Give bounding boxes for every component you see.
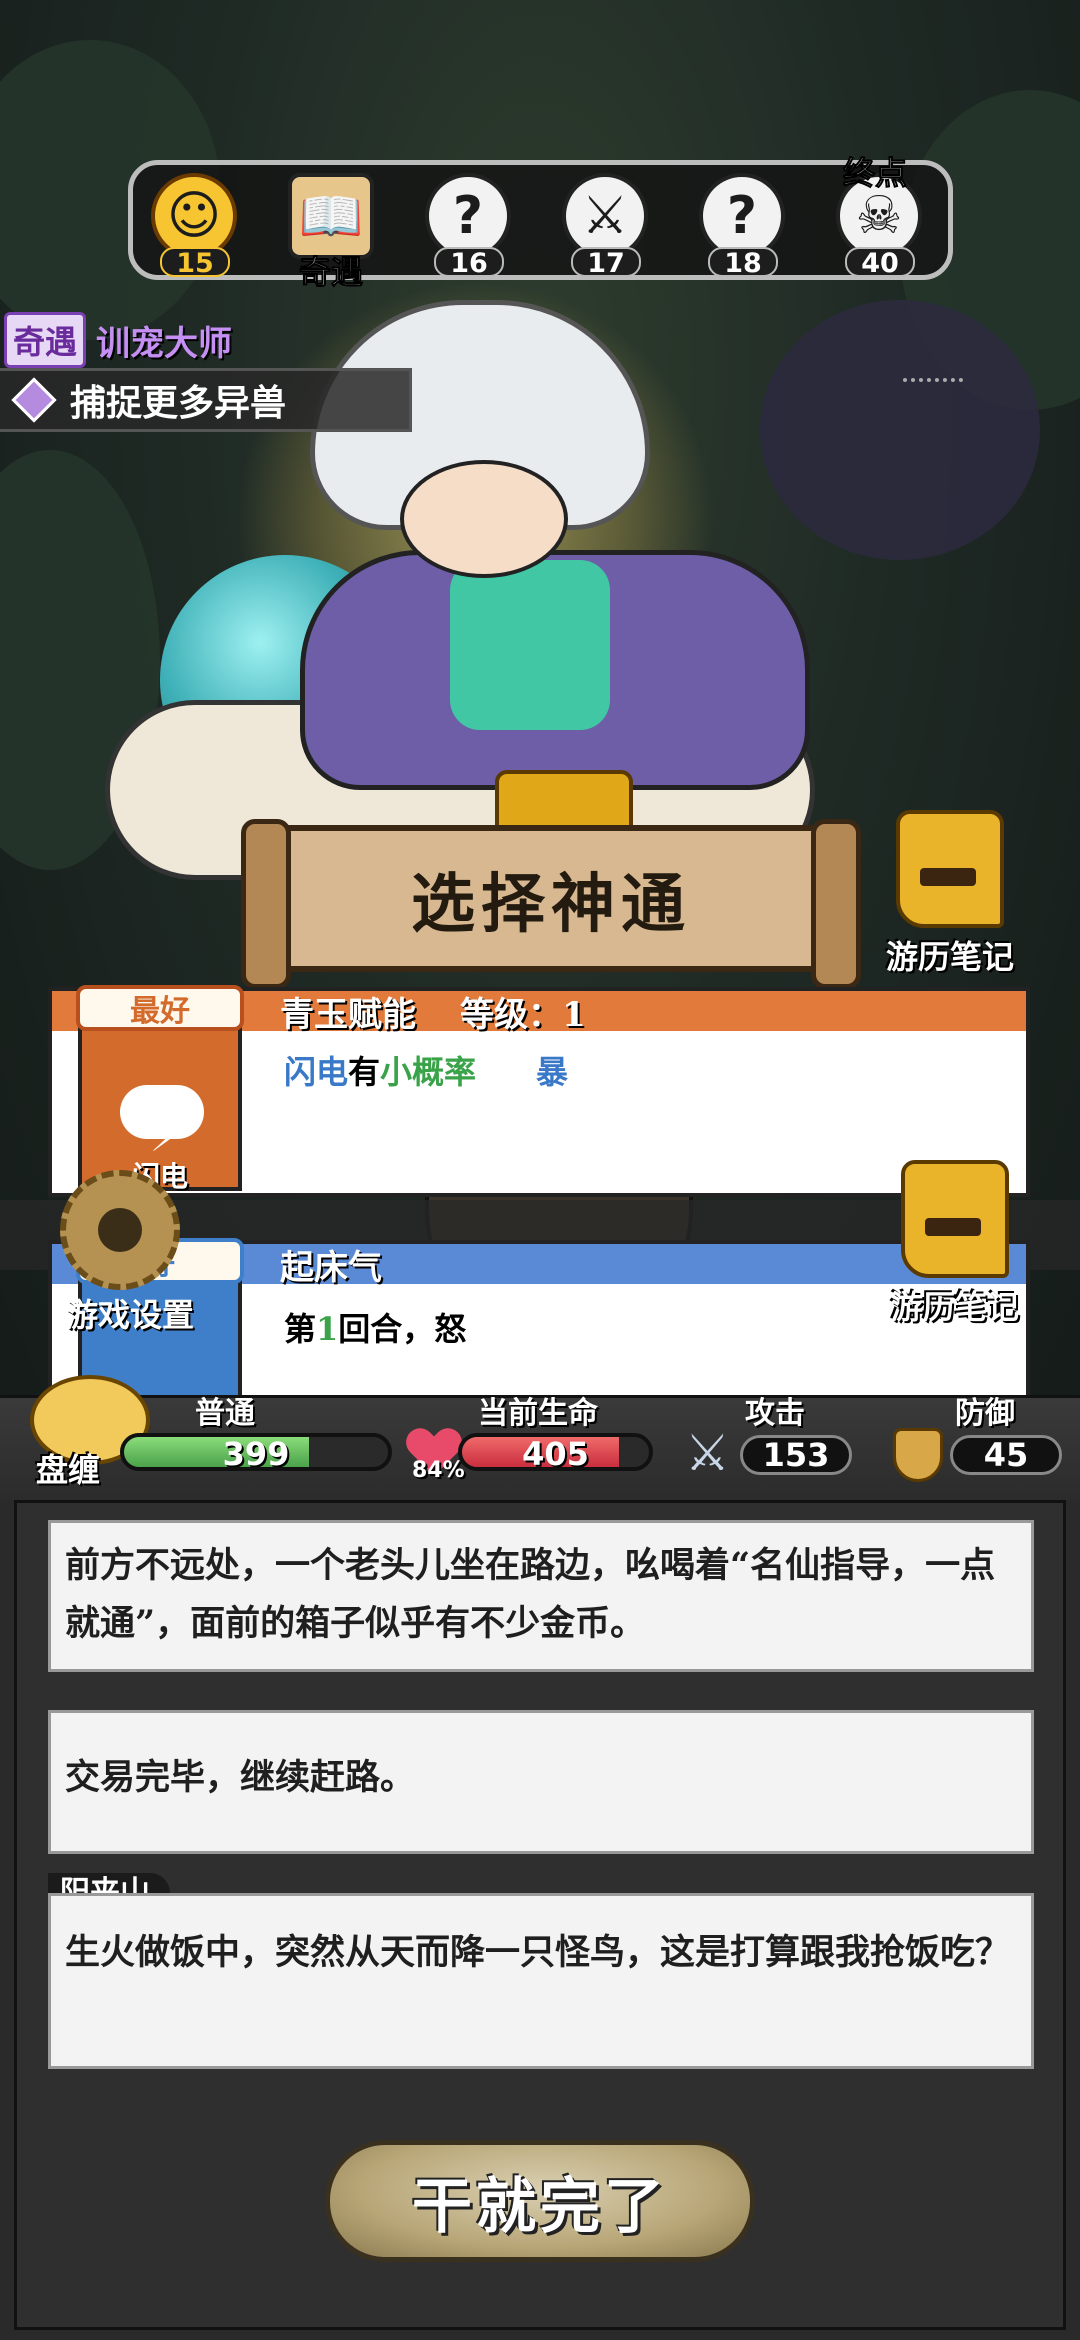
- route-node-number: 15: [160, 247, 230, 279]
- event-name: 训宠大师: [96, 323, 233, 364]
- log-entry: 生火做饭中，突然从天而降一只怪鸟，这是打算跟我抢饭吃？: [48, 1893, 1034, 2069]
- route-node-unknown[interactable]: ? 16: [420, 173, 516, 279]
- notebook-icon: [896, 810, 1004, 928]
- notebook-icon: [901, 1160, 1009, 1278]
- route-node-encounter[interactable]: 📖 奇遇: [283, 173, 379, 292]
- route-node-number: 40: [845, 247, 915, 279]
- route-node-label: 奇遇: [298, 253, 363, 292]
- hp-label: 当前生命: [478, 1396, 598, 1431]
- lightning-cloud-icon: 闪电: [78, 1021, 242, 1193]
- power-description: 第1回合，怒: [284, 1310, 467, 1348]
- attack-label: 攻击: [745, 1396, 805, 1431]
- route-end-label: 终点: [842, 154, 908, 193]
- diamond-icon: [11, 377, 57, 423]
- game-settings-label: 游戏设置: [65, 1296, 194, 1334]
- hp-percent: 84%: [412, 1458, 465, 1483]
- power-name: 起床气: [280, 1247, 382, 1288]
- quest-text: 捕捉更多异兽: [70, 382, 287, 424]
- gold-value: 399: [222, 1435, 290, 1471]
- event-tag-row: 奇遇 训宠大师: [4, 312, 232, 368]
- route-dotted-line: [903, 378, 963, 382]
- gold-bar: 399: [120, 1433, 392, 1471]
- gear-icon: [60, 1170, 180, 1290]
- proceed-button-label: 干就完了: [412, 2171, 668, 2242]
- route-progress-bar: ☺ 15 📖 奇遇 ? 16 ⚔ 17 ? 18 ☠ 40: [128, 160, 963, 382]
- travel-notes-label: 游历笔记: [890, 1288, 1019, 1326]
- game-settings-button[interactable]: 游戏设置: [55, 1170, 194, 1334]
- defense-value: 45: [950, 1435, 1062, 1475]
- travel-notes-label: 游历笔记: [885, 938, 1014, 976]
- sage-inner-robe: [450, 560, 610, 730]
- hp-bar: 405: [458, 1433, 653, 1471]
- travel-notes-button[interactable]: 游历笔记: [885, 810, 1015, 978]
- travel-notes-button-secondary[interactable]: 游历笔记: [890, 1160, 1020, 1328]
- route-node-battle[interactable]: ⚔ 17: [557, 173, 653, 279]
- power-description: 闪电有小概率暴: [284, 1053, 569, 1091]
- power-rating-badge: 最好: [76, 985, 244, 1031]
- proceed-button[interactable]: 干就完了: [325, 2140, 755, 2262]
- route-node-current[interactable]: ☺ 15: [146, 173, 242, 279]
- banner-title: 选择神通: [411, 866, 691, 942]
- gold-label: 盘缠: [36, 1451, 101, 1489]
- choose-power-banner: 选择神通: [241, 819, 861, 989]
- route-node-number: 17: [571, 247, 641, 279]
- power-name: 青玉赋能: [280, 994, 416, 1035]
- rank-label: 普通: [195, 1396, 255, 1431]
- defense-label: 防御: [955, 1396, 1015, 1431]
- route-node-number: 16: [434, 247, 504, 279]
- background-tree: [760, 300, 1040, 560]
- shield-icon: [893, 1428, 943, 1482]
- log-entry: 前方不远处，一个老头儿坐在路边，吆喝着“名仙指导，一点就通”，面前的箱子似乎有不…: [48, 1520, 1034, 1672]
- route-node-number: 18: [708, 247, 778, 279]
- route-node-unknown[interactable]: ? 18: [694, 173, 790, 279]
- attack-value: 153: [740, 1435, 852, 1475]
- power-card-1[interactable]: 青玉赋能 等级：1 闪电 最好 闪电有小概率暴: [48, 985, 1030, 1197]
- sword-icon: ⚔: [685, 1424, 730, 1482]
- power-level: 等级：1: [460, 994, 586, 1035]
- quest-objective[interactable]: 捕捉更多异兽: [0, 368, 412, 432]
- event-type-badge: 奇遇: [4, 312, 87, 368]
- hp-value: 405: [522, 1435, 589, 1471]
- log-entry: 交易完毕，继续赶路。: [48, 1710, 1034, 1854]
